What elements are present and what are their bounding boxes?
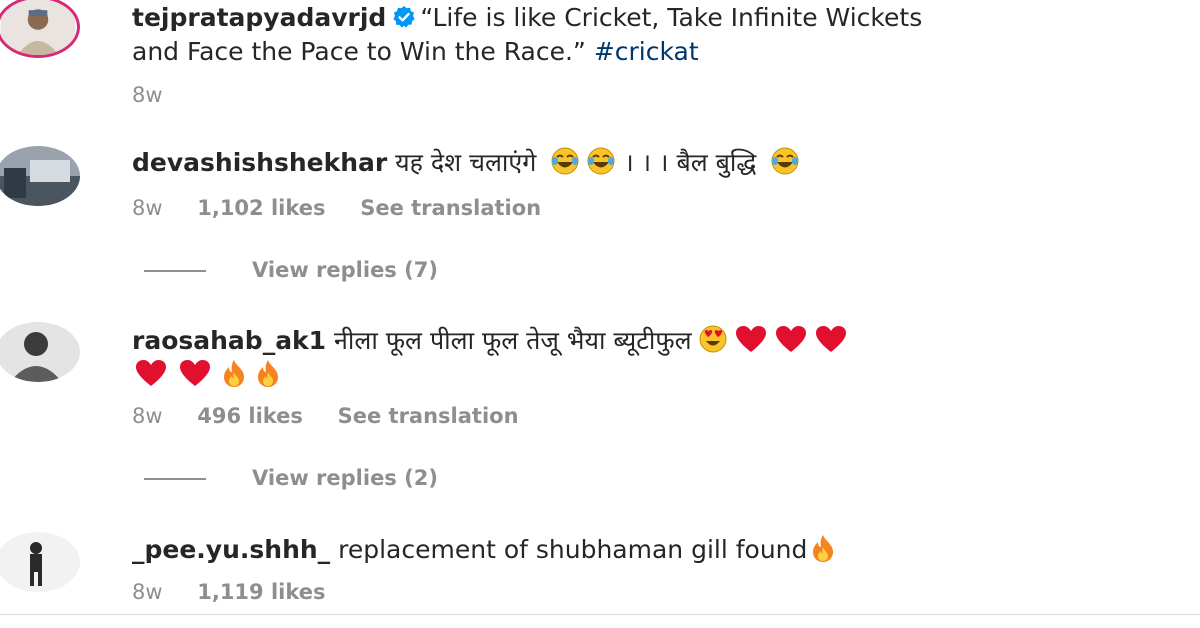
laughing-crying-emoji: [550, 146, 580, 185]
laughing-crying-emoji: [770, 146, 800, 185]
caption-text-1: “Life is like Cricket, Take Infinite Wic…: [420, 3, 923, 32]
comment-likes[interactable]: 1,119 likes: [197, 580, 325, 604]
view-replies-label: View replies (2): [252, 466, 438, 490]
replies-divider: [144, 478, 206, 480]
comment-meta: 8w 496 likes See translation: [132, 404, 547, 428]
comment-username[interactable]: devashishshekhar: [132, 148, 387, 177]
post-meta: 8w: [132, 83, 191, 107]
caption-text-2: and Face the Pace to Win the Race.”: [132, 37, 594, 66]
fire-emoji: [809, 533, 837, 572]
commenter-avatar[interactable]: [0, 532, 80, 592]
comment-text-line: devashishshekhar यह देश चलाएंगे । । । बै…: [132, 146, 800, 185]
bottom-divider: [0, 614, 1200, 615]
red-heart-emoji: [774, 324, 808, 363]
comment-likes[interactable]: 1,102 likes: [197, 196, 325, 220]
comment-text: यह देश चलाएंगे: [395, 148, 537, 177]
comment-likes[interactable]: 496 likes: [197, 404, 303, 428]
view-replies-button[interactable]: View replies (7): [144, 258, 438, 282]
comment-time[interactable]: 8w: [132, 404, 163, 428]
comment-meta: 8w 1,119 likes: [132, 580, 354, 604]
view-replies-button[interactable]: View replies (2): [144, 466, 438, 490]
see-translation-button[interactable]: See translation: [338, 404, 519, 428]
comment-time[interactable]: 8w: [132, 196, 163, 220]
hashtag-link[interactable]: #crickat: [594, 37, 699, 66]
fire-emoji: [220, 358, 248, 397]
comment-text: replacement of shubhaman gill found: [338, 535, 808, 564]
red-heart-emoji: [132, 358, 170, 397]
comment-text-line: _pee.yu.shhh_ replacement of shubhaman g…: [132, 533, 837, 572]
comment-text-suffix: । । । बैल बुद्धि: [624, 148, 757, 177]
laughing-crying-emoji: [586, 146, 616, 185]
red-heart-emoji: [734, 324, 768, 363]
comment-username[interactable]: _pee.yu.shhh_: [132, 535, 330, 564]
replies-divider: [144, 270, 206, 272]
red-heart-emoji: [176, 358, 214, 397]
comment-meta: 8w 1,102 likes See translation: [132, 196, 569, 220]
red-heart-emoji: [814, 324, 848, 363]
post-time[interactable]: 8w: [132, 83, 163, 107]
fire-emoji: [254, 358, 282, 397]
view-replies-label: View replies (7): [252, 258, 438, 282]
comment-time[interactable]: 8w: [132, 580, 163, 604]
heart-eyes-emoji: [698, 324, 728, 363]
post-author-avatar[interactable]: [0, 0, 80, 58]
comment-username[interactable]: raosahab_ak1: [132, 326, 326, 355]
comment-emoji-line: [132, 358, 282, 397]
verified-badge-icon: [392, 4, 416, 38]
comment-text: नीला फूल पीला फूल तेजू भैया ब्यूटीफुल: [334, 326, 692, 355]
commenter-avatar[interactable]: [0, 146, 80, 206]
caption-line-1: tejpratapyadavrjd “Life is like Cricket, …: [132, 1, 922, 38]
see-translation-button[interactable]: See translation: [360, 196, 541, 220]
post-username[interactable]: tejpratapyadavrjd: [132, 3, 386, 32]
commenter-avatar[interactable]: [0, 322, 80, 382]
caption-line-2: and Face the Pace to Win the Race.” #cri…: [132, 35, 699, 69]
